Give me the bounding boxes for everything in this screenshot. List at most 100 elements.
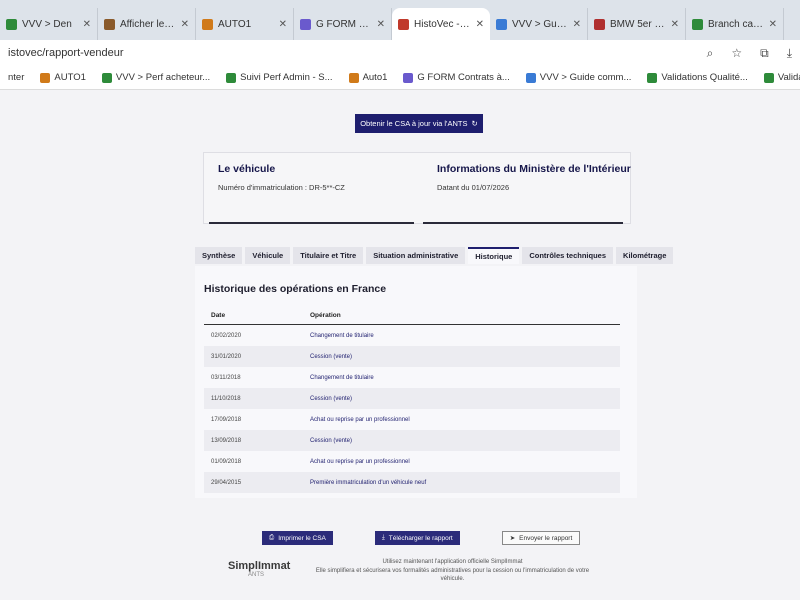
send-report-button[interactable]: ➤ Envoyer le rapport xyxy=(501,531,581,545)
browser-tab[interactable]: G FORM Contra ✕ xyxy=(294,8,392,40)
row-operation: Changement de titulaire xyxy=(310,332,374,339)
favicon-icon xyxy=(763,72,774,83)
browser-tab[interactable]: Afficher le véhi ✕ xyxy=(98,8,196,40)
row-date: 13/09/2018 xyxy=(211,437,242,444)
tab-label: VVV > Guide c xyxy=(512,18,569,30)
row-operation: Achat ou reprise par un professionnel xyxy=(310,416,410,423)
ministry-title: Informations du Ministère de l'Intérieur xyxy=(437,163,631,175)
divider xyxy=(423,222,623,224)
download-icon: ⤓ xyxy=(381,534,385,541)
favicon-icon xyxy=(6,18,17,30)
print-csa-button[interactable]: ⎙ Imprimer le CSA xyxy=(262,531,333,545)
bookmark-label: nter xyxy=(8,72,25,83)
row-date: 03/11/2018 xyxy=(211,374,241,381)
table-row: 01/09/2018 Achat ou reprise par un profes… xyxy=(204,451,620,472)
close-icon[interactable]: ✕ xyxy=(377,19,385,30)
bookmark-label: Suivi Perf Admin - S... xyxy=(240,72,333,83)
bookmark-item[interactable]: VVV > Guide comm... xyxy=(518,72,640,83)
col-operation-header: Opération xyxy=(310,311,341,319)
tab-kilometrage[interactable]: Kilométrage xyxy=(616,247,674,264)
bookmark-item[interactable]: G FORM Contrats à... xyxy=(395,72,517,83)
bookmark-item[interactable]: VVV > Perf acheteur... xyxy=(94,72,218,83)
row-operation: Cession (vente) xyxy=(310,437,353,444)
favicon-icon xyxy=(496,18,507,30)
tab-label: HistoVec - Rap xyxy=(414,18,472,30)
simplimmat-logo[interactable]: SimplImmat ANTS xyxy=(228,560,298,578)
favicon-icon xyxy=(202,18,213,30)
favicon-icon xyxy=(348,72,359,83)
close-icon[interactable]: ✕ xyxy=(476,19,484,30)
bookmark-item[interactable]: Auto1 xyxy=(341,72,396,83)
favicon-icon xyxy=(398,18,409,30)
browser-tab-bar: VVV > Den✕Afficher le véhi✕AUTO1✕G FORM … xyxy=(0,0,800,40)
row-date: 01/09/2018 xyxy=(211,458,242,465)
download-icon[interactable]: ⤓ xyxy=(787,46,792,61)
history-title: Historique des opérations en France xyxy=(204,283,387,295)
browser-tab[interactable]: AUTO1 ✕ xyxy=(196,8,294,40)
refresh-icon: ↻ xyxy=(471,119,478,128)
tab-label: Afficher le véhi xyxy=(120,18,177,30)
tab-label: BMW 5er 520 xyxy=(610,18,667,30)
bookmark-item[interactable]: AUTO1 xyxy=(32,72,94,83)
address-bar[interactable]: istovec/rapport-vendeur ⌕ ☆ ⧉ ⤓ xyxy=(0,40,800,66)
action-buttons: ⎙ Imprimer le CSA ⤓ Télécharger le rappo… xyxy=(262,531,581,545)
tab-label: VVV > Den xyxy=(22,18,72,30)
table-header: Date Opération xyxy=(204,306,620,325)
tab-vehicule[interactable]: Véhicule xyxy=(245,247,291,264)
table-row: 11/10/2018 Cession (vente) xyxy=(204,388,620,409)
bookmark-label: Auto1 xyxy=(362,72,388,83)
bookmark-item[interactable]: Validations Qualité... xyxy=(756,72,800,83)
bookmark-label: Validations Qualité... xyxy=(777,72,800,83)
favicon-icon xyxy=(525,72,536,83)
tab-label: G FORM Contra xyxy=(316,18,373,30)
table-row: 17/09/2018 Achat ou reprise par un profes… xyxy=(204,409,620,430)
bookmarks-bar: nter AUTO1 VVV > Perf acheteur... Suivi Per… xyxy=(0,66,800,90)
zoom-icon[interactable]: ⌕ xyxy=(707,46,714,61)
history-panel: Historique des opérations en France Date… xyxy=(195,266,637,498)
table-row: 29/04/2015 Première immatriculation d'un … xyxy=(204,472,620,493)
close-icon[interactable]: ✕ xyxy=(181,19,189,30)
footer-text: Utilisez maintenant l'application offici… xyxy=(310,558,595,584)
favicon-icon xyxy=(594,18,605,30)
get-csa-button[interactable]: Obtenir le CSA à jour via l'ANTS ↻ xyxy=(355,114,483,133)
star-icon[interactable]: ☆ xyxy=(731,46,742,61)
tab-controles-techniques[interactable]: Contrôles techniques xyxy=(522,247,614,264)
close-icon[interactable]: ✕ xyxy=(573,19,581,30)
tab-synthese[interactable]: Synthèse xyxy=(195,247,243,264)
close-icon[interactable]: ✕ xyxy=(83,19,91,30)
close-icon[interactable]: ✕ xyxy=(279,19,287,30)
extensions-icon[interactable]: ⧉ xyxy=(760,46,769,61)
table-row: 02/02/2020 Changement de titulaire xyxy=(204,325,620,346)
close-icon[interactable]: ✕ xyxy=(769,19,777,30)
row-date: 02/02/2020 xyxy=(211,332,242,339)
browser-tab[interactable]: VVV > Den ✕ xyxy=(0,8,98,40)
vehicle-title: Le véhicule xyxy=(218,163,276,175)
browser-tab[interactable]: BMW 5er 520 ✕ xyxy=(588,8,686,40)
bookmark-item[interactable]: Validations Qualité... xyxy=(639,72,755,83)
bookmark-item[interactable]: Suivi Perf Admin - S... xyxy=(218,72,340,83)
download-report-button[interactable]: ⤓ Télécharger le rapport xyxy=(374,531,460,545)
send-icon: ➤ xyxy=(509,535,516,542)
vehicle-info: Le véhicule Numéro d'immatriculation : D… xyxy=(218,163,418,192)
tab-historique[interactable]: Historique xyxy=(468,247,520,264)
registration-number: Numéro d'immatriculation : DR-5**-CZ xyxy=(218,183,345,192)
tab-label: Branch calenda xyxy=(708,18,765,30)
favicon-icon xyxy=(692,18,703,30)
close-icon[interactable]: ✕ xyxy=(671,19,679,30)
browser-tab[interactable]: VVV > Guide c ✕ xyxy=(490,8,588,40)
table-row: 03/11/2018 Changement de titulaire xyxy=(204,367,620,388)
url-text[interactable]: istovec/rapport-vendeur xyxy=(8,47,707,59)
table-body: 02/02/2020 Changement de titulaire 31/01/2… xyxy=(204,325,620,493)
table-row: 13/09/2018 Cession (vente) xyxy=(204,430,620,451)
tab-situation-administrative[interactable]: Situation administrative xyxy=(366,247,466,264)
footer-line-1: Utilisez maintenant l'application offici… xyxy=(382,559,523,565)
row-operation: Achat ou reprise par un professionnel xyxy=(310,458,410,465)
bookmark-item[interactable]: nter xyxy=(0,72,32,83)
history-table: Date Opération 02/02/2020 Changement de t… xyxy=(204,306,620,493)
row-operation: Changement de titulaire xyxy=(310,374,374,381)
bookmark-label: AUTO1 xyxy=(54,72,86,83)
col-date-header: Date xyxy=(211,311,226,319)
tab-titulaire-et-titre[interactable]: Titulaire et Titre xyxy=(293,247,364,264)
browser-tab[interactable]: HistoVec - Rap ✕ xyxy=(392,8,490,40)
browser-tab[interactable]: Branch calenda ✕ xyxy=(686,8,784,40)
